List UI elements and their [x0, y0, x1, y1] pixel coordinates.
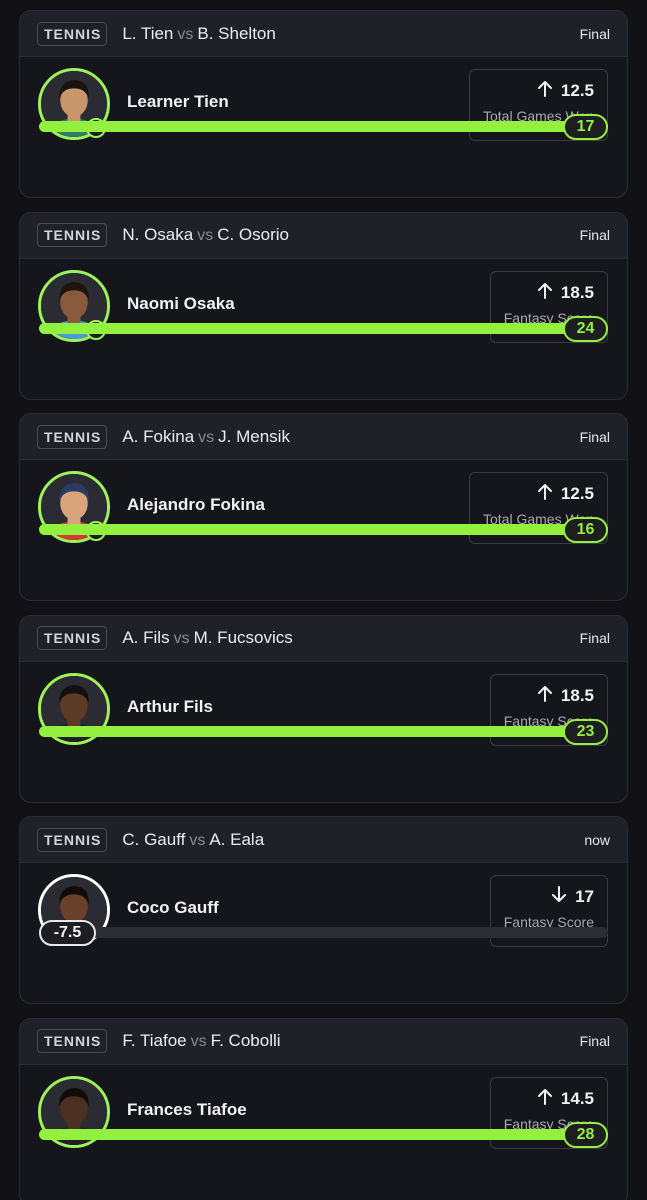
player-row: Coco Gauff 17 Fantasy Score: [20, 863, 627, 959]
arrow-up-icon: [537, 685, 553, 707]
progress-track: [39, 121, 608, 132]
card-header: TENNIS F. Tiafoe vs F. Cobolli Final: [20, 1018, 627, 1065]
player-name: Frances Tiafoe: [127, 1099, 247, 1119]
vs-label: vs: [189, 831, 206, 849]
vs-label: vs: [190, 1033, 207, 1050]
player-name: Arthur Fils: [127, 696, 213, 716]
progress-track: [39, 725, 608, 737]
result-pill: -7.5: [39, 920, 96, 946]
card-header: TENNIS C. Gauff vs A. Eala now: [20, 817, 627, 863]
arrow-up-icon: [537, 483, 553, 505]
matchup: F. Tiafoe vs F. Cobolli: [122, 1031, 280, 1051]
picks-list: TENNIS L. Tien vs B. Shelton Final Learn…: [0, 0, 647, 1200]
vs-label: vs: [177, 25, 194, 43]
progress-fill: [39, 1128, 608, 1140]
pick-card[interactable]: TENNIS C. Gauff vs A. Eala now Coco Gauf…: [19, 816, 628, 1004]
player-two: F. Cobolli: [210, 1031, 281, 1050]
card-header: TENNIS A. Fokina vs J. Mensik Final: [20, 414, 627, 460]
sport-tag: TENNIS: [37, 21, 108, 46]
player-one: C. Gauff: [122, 829, 186, 849]
player-row: Frances Tiafoe 14.5 Fantasy Score: [20, 1065, 627, 1161]
matchup: L. Tien vs B. Shelton: [122, 24, 276, 44]
projection-line: 12.5: [560, 81, 594, 100]
player-one: N. Osaka: [122, 225, 194, 244]
sport-tag: TENNIS: [37, 626, 108, 650]
matchup: A. Fils vs M. Fucsovics: [122, 628, 292, 648]
player-two: M. Fucsovics: [193, 628, 293, 647]
player-name: Naomi Osaka: [127, 293, 235, 313]
projection-line: 17: [575, 887, 594, 906]
player-one: F. Tiafoe: [122, 1031, 187, 1050]
result-pill: 24: [563, 315, 608, 342]
card-header: TENNIS L. Tien vs B. Shelton Final: [20, 11, 627, 57]
player-two: B. Shelton: [197, 23, 276, 43]
arrow-up-icon: [537, 80, 553, 102]
player-one: L. Tien: [122, 23, 174, 43]
player-row: Learner Tien 12.5 Total Games Won: [20, 57, 627, 153]
player-two: A. Eala: [209, 829, 265, 849]
result-pill: 28: [563, 1121, 608, 1148]
pick-card[interactable]: TENNIS N. Osaka vs C. Osorio Final Naomi…: [19, 211, 628, 400]
card-header: TENNIS N. Osaka vs C. Osorio Final: [20, 212, 627, 259]
game-status: Final: [579, 630, 610, 646]
progress-track: [39, 927, 608, 938]
projection-line: 18.5: [560, 282, 594, 302]
progress-fill: [39, 725, 608, 737]
arrow-up-icon: [537, 282, 553, 304]
player-row: Arthur Fils 18.5 Fantasy Score: [20, 662, 627, 758]
pick-card[interactable]: TENNIS A. Fokina vs J. Mensik Final Alej…: [19, 413, 628, 601]
vs-label: vs: [197, 227, 214, 244]
matchup: A. Fokina vs J. Mensik: [122, 427, 290, 447]
progress-fill: [39, 121, 608, 132]
player-two: J. Mensik: [218, 426, 290, 446]
progress-track: [39, 524, 608, 535]
player-one: A. Fokina: [122, 426, 195, 446]
card-header: TENNIS A. Fils vs M. Fucsovics Final: [20, 615, 627, 662]
progress-track: [39, 322, 608, 334]
projection-line: 12.5: [560, 484, 594, 503]
progress-track: [39, 1128, 608, 1140]
matchup: N. Osaka vs C. Osorio: [122, 225, 289, 245]
sport-tag: TENNIS: [37, 1029, 108, 1053]
pick-card[interactable]: TENNIS L. Tien vs B. Shelton Final Learn…: [19, 10, 628, 198]
vs-label: vs: [173, 630, 190, 647]
arrow-up-icon: [537, 1088, 553, 1110]
player-two: C. Osorio: [217, 225, 289, 244]
sport-tag: TENNIS: [37, 424, 108, 449]
game-status: now: [584, 831, 610, 848]
game-status: Final: [579, 25, 610, 42]
pick-card[interactable]: TENNIS F. Tiafoe vs F. Cobolli Final Fra…: [19, 1017, 628, 1200]
projection-line: 14.5: [560, 1088, 594, 1108]
pick-card[interactable]: TENNIS A. Fils vs M. Fucsovics Final Art…: [19, 614, 628, 803]
player-name: Alejandro Fokina: [127, 495, 265, 514]
matchup: C. Gauff vs A. Eala: [122, 830, 264, 850]
result-pill: 16: [563, 517, 608, 543]
player-row: Alejandro Fokina 12.5 Total Games Won: [20, 460, 627, 556]
arrow-down-icon: [551, 886, 567, 908]
game-status: Final: [579, 227, 610, 243]
player-row: Naomi Osaka 18.5 Fantasy Score: [20, 259, 627, 355]
player-one: A. Fils: [122, 628, 170, 647]
vs-label: vs: [198, 428, 215, 446]
game-status: Final: [579, 428, 610, 445]
player-name: Learner Tien: [127, 92, 229, 111]
progress-fill: [39, 524, 608, 535]
sport-tag: TENNIS: [37, 827, 108, 852]
game-status: Final: [579, 1033, 610, 1049]
progress-fill: [39, 322, 608, 334]
result-pill: 17: [563, 114, 608, 140]
projection-line: 18.5: [560, 685, 594, 705]
player-name: Coco Gauff: [127, 898, 219, 917]
sport-tag: TENNIS: [37, 223, 108, 247]
result-pill: 23: [563, 718, 608, 745]
